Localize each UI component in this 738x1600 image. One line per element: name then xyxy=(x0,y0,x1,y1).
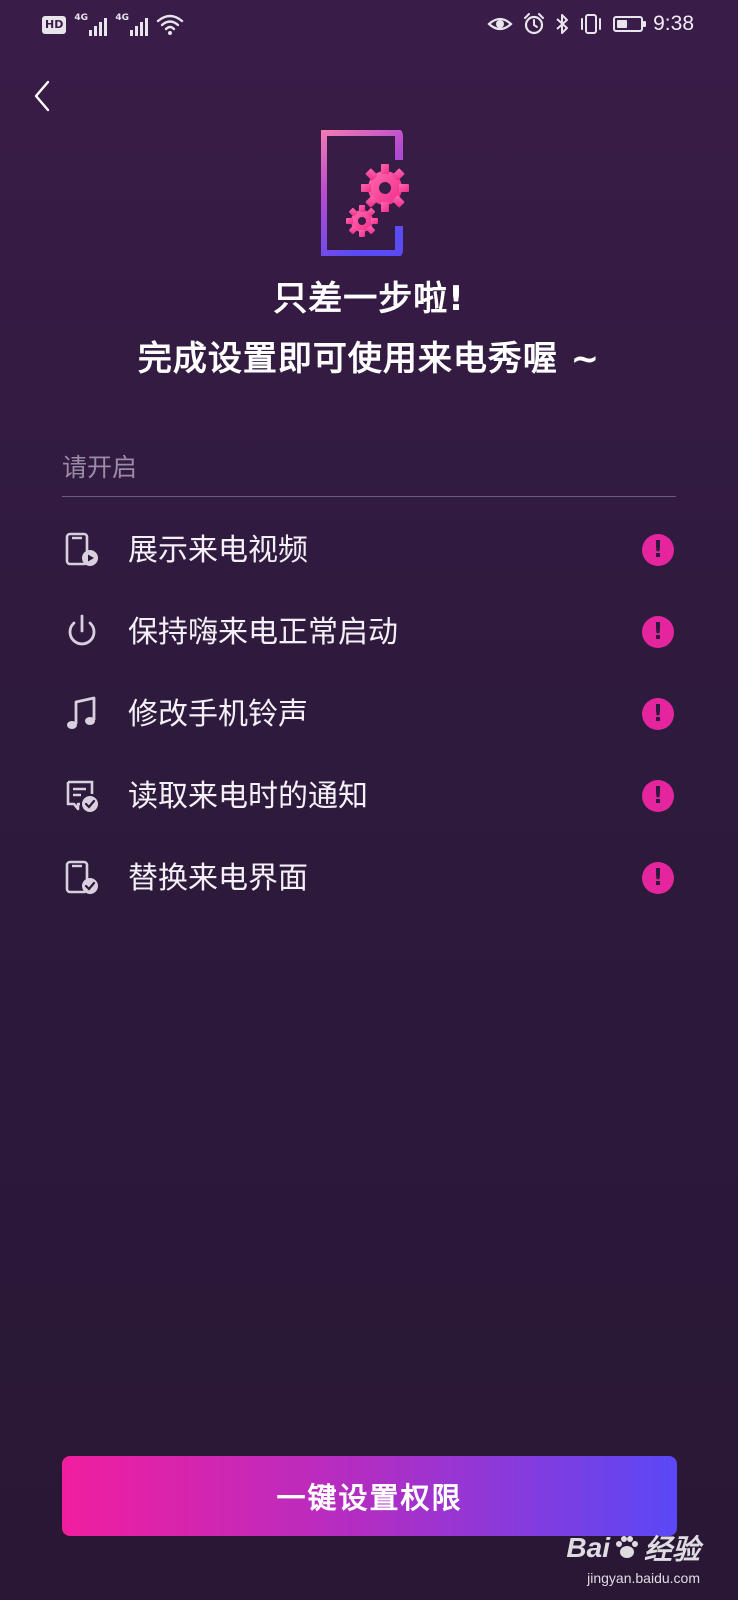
permission-item-replace-call-screen[interactable]: 替换来电界面 ! xyxy=(0,840,738,922)
page-title: 只差一步啦! xyxy=(273,279,465,319)
permission-item-show-video[interactable]: 展示来电视频 ! xyxy=(0,512,738,594)
status-bar: HD 4G 4G 9:38 xyxy=(0,0,738,56)
permission-label: 修改手机铃声 xyxy=(128,697,308,732)
section-divider xyxy=(62,496,676,497)
permission-label: 展示来电视频 xyxy=(128,533,308,568)
battery-level xyxy=(617,20,628,28)
permission-label: 保持嗨来电正常启动 xyxy=(128,615,398,650)
phone-video-icon xyxy=(65,532,98,566)
power-icon xyxy=(68,614,96,646)
chevron-left-icon xyxy=(34,80,50,112)
page-subtitle: 完成设置即可使用来电秀喔 ~ xyxy=(137,339,601,379)
alert-icon: ! xyxy=(642,862,674,894)
eye-icon xyxy=(487,17,513,31)
paw-icon xyxy=(615,1536,638,1558)
bluetooth-icon xyxy=(556,14,569,34)
alert-icon: ! xyxy=(642,616,674,648)
sim2-signal-icon: 4G xyxy=(115,13,149,36)
music-note-icon xyxy=(67,696,96,729)
sim1-signal-icon: 4G xyxy=(74,13,108,36)
watermark-brand-left: Bai xyxy=(566,1532,610,1563)
status-left: HD 4G 4G xyxy=(42,13,184,36)
phone-check-icon xyxy=(65,860,98,894)
alert-icon: ! xyxy=(642,534,674,566)
permission-label: 读取来电时的通知 xyxy=(128,779,368,814)
alert-icon: ! xyxy=(642,780,674,812)
baidu-jingyan-watermark: Bai 经验 jingyan.baidu.com xyxy=(566,1528,700,1586)
vibrate-icon xyxy=(581,14,602,34)
one-click-setup-button[interactable]: 一键设置权限 xyxy=(62,1456,677,1536)
permission-item-keep-running[interactable]: 保持嗨来电正常启动 ! xyxy=(0,594,738,676)
watermark-brand: Bai 经验 xyxy=(566,1528,700,1568)
notification-check-icon xyxy=(66,780,98,812)
permission-label: 替换来电界面 xyxy=(128,861,308,896)
alert-icon: ! xyxy=(642,698,674,730)
status-time: 9:38 xyxy=(653,12,694,35)
permissions-section-label: 请开启 xyxy=(62,453,138,482)
permission-item-ringtone[interactable]: 修改手机铃声 ! xyxy=(0,676,738,758)
permission-list: 展示来电视频 ! 保持嗨来电正常启动 ! 修改手机铃声 ! 读取来电时的通知 ! xyxy=(0,512,738,922)
battery-icon xyxy=(613,16,647,32)
alarm-icon xyxy=(524,13,545,35)
sim2-network-label: 4G xyxy=(115,13,129,23)
wifi-icon xyxy=(157,14,184,35)
hd-badge: HD xyxy=(42,16,67,34)
watermark-brand-right: 经验 xyxy=(643,1534,700,1565)
back-button[interactable] xyxy=(26,74,66,118)
sim1-network-label: 4G xyxy=(74,13,88,23)
watermark-site: jingyan.baidu.com xyxy=(587,1570,700,1586)
permission-item-read-notifications[interactable]: 读取来电时的通知 ! xyxy=(0,758,738,840)
status-right: 9:38 xyxy=(487,12,694,36)
phone-settings-illustration-icon xyxy=(321,130,409,256)
